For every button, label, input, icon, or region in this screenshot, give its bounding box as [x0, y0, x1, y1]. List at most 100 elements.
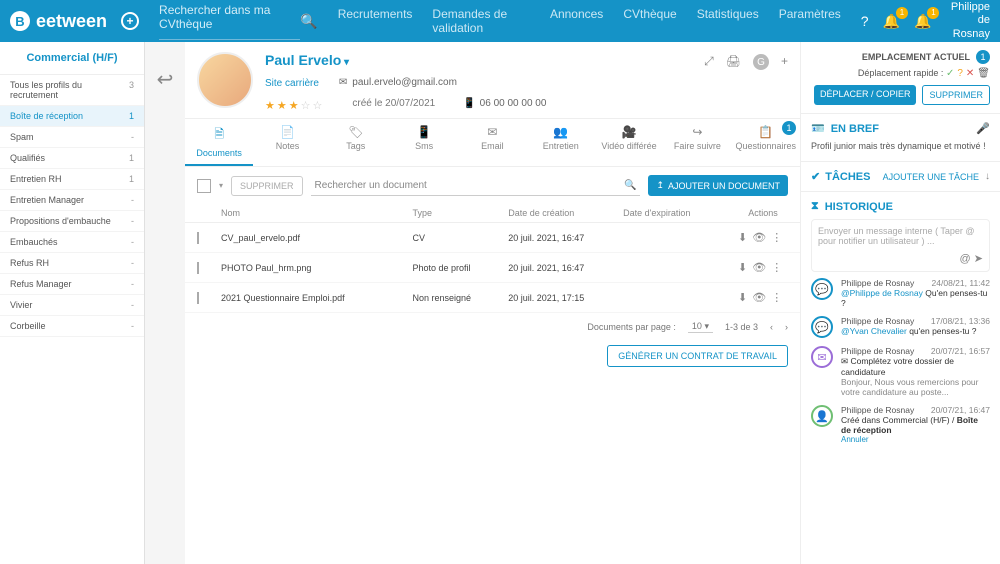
bell2-icon[interactable]: 🔔1	[914, 13, 931, 30]
timeline-icon: 💬	[811, 316, 833, 338]
sidebar-item[interactable]: Vivier-	[0, 295, 144, 316]
main-content: Paul Ervelo Site carrière ✉paul.ervelo@g…	[185, 42, 800, 564]
brief-text: Profil junior mais très dynamique et mot…	[801, 141, 1000, 161]
sidebar-item[interactable]: Corbeille-	[0, 316, 144, 337]
eye-icon[interactable]: 👁	[752, 261, 766, 274]
download-icon[interactable]: ⬇	[738, 261, 747, 274]
entretien-icon: 👥	[531, 125, 591, 139]
timeline-icon: 💬	[811, 278, 833, 300]
supprimer-button[interactable]: SUPPRIMER	[922, 85, 990, 105]
per-page-select[interactable]: 10 ▾	[688, 321, 713, 333]
tab-notes[interactable]: 📄Notes	[253, 119, 321, 166]
tab-tags[interactable]: 🏷Tags	[322, 119, 390, 166]
user-menu[interactable]: Philippe de Rosnay	[945, 1, 990, 41]
brand-text: eetween	[36, 11, 107, 32]
internal-message-input[interactable]: Envoyer un message interne ( Taper @ pou…	[811, 219, 990, 272]
plus-icon[interactable]: +	[121, 12, 139, 30]
eye-icon[interactable]: 👁	[752, 291, 766, 304]
logo[interactable]: Beetween +	[10, 11, 139, 32]
tab-entretien[interactable]: 👥Entretien	[527, 119, 595, 166]
move-copy-button[interactable]: DÉPLACER / COPIER	[814, 85, 917, 105]
email-icon: ✉	[462, 125, 522, 139]
created-date: créé le 20/07/2021	[352, 98, 435, 109]
search-doc-icon: 🔍	[624, 180, 636, 191]
download-icon[interactable]: ⬇	[738, 231, 747, 244]
print-icon[interactable]: 🖨	[726, 54, 741, 70]
nav-annonces[interactable]: Annonces	[550, 7, 603, 35]
row-checkbox[interactable]	[197, 232, 199, 244]
sidebar-item[interactable]: Tous les profils du recrutement3	[0, 75, 144, 106]
rating-stars[interactable]: ★★★☆☆	[265, 99, 324, 112]
eye-icon[interactable]: 👁	[752, 231, 766, 244]
help-icon[interactable]: ?	[861, 13, 869, 29]
table-row: 2021 Questionnaire Emploi.pdf Non rensei…	[185, 283, 800, 313]
timeline: 💬Philippe de Rosnay24/08/21, 11:42@Phili…	[801, 278, 1000, 462]
nav-recrutements[interactable]: Recrutements	[338, 7, 413, 35]
nav-parametres[interactable]: Paramètres	[779, 7, 841, 35]
select-dropdown-icon[interactable]: ▾	[219, 181, 223, 190]
tab-video[interactable]: 🎥Vidéo différée	[595, 119, 663, 166]
search-icon[interactable]: 🔍	[300, 13, 317, 30]
select-all-checkbox[interactable]	[197, 179, 211, 193]
trash-icon[interactable]: 🗑	[977, 68, 990, 79]
profile-tabs: 🗎Documents 📄Notes 🏷Tags 📱Sms ✉Email 👥Ent…	[185, 118, 800, 167]
profile-header: Paul Ervelo Site carrière ✉paul.ervelo@g…	[185, 42, 800, 118]
cancel-link[interactable]: Annuler	[841, 435, 990, 444]
prev-page-icon[interactable]: ‹	[770, 322, 773, 332]
sidebar-item[interactable]: Refus Manager-	[0, 274, 144, 295]
main-nav: Recrutements Demandes de validation Anno…	[338, 7, 841, 35]
sidebar-item[interactable]: Qualifiés1	[0, 148, 144, 169]
expand-icon[interactable]: ⤢	[704, 54, 714, 70]
row-checkbox[interactable]	[197, 262, 199, 274]
delete-button[interactable]: SUPPRIMER	[231, 176, 303, 196]
at-icon[interactable]: @	[960, 253, 971, 265]
g-icon[interactable]: G	[753, 54, 769, 70]
nav-demandes[interactable]: Demandes de validation	[432, 7, 530, 35]
check-icon[interactable]: ✓	[946, 68, 954, 79]
sidebar-item[interactable]: Spam-	[0, 127, 144, 148]
bell-icon[interactable]: 🔔1	[883, 13, 900, 30]
email[interactable]: paul.ervelo@gmail.com	[352, 77, 457, 88]
generate-contract-button[interactable]: GÉNÉRER UN CONTRAT DE TRAVAIL	[607, 345, 788, 367]
download-icon[interactable]: ⬇	[738, 291, 747, 304]
sidebar-title[interactable]: Commercial (H/F)	[0, 42, 144, 75]
sidebar-item[interactable]: Refus RH-	[0, 253, 144, 274]
sidebar-item[interactable]: Embauchés-	[0, 232, 144, 253]
tab-documents[interactable]: 🗎Documents	[185, 119, 253, 166]
sidebar-item[interactable]: Boîte de réception1	[0, 106, 144, 127]
more-icon[interactable]: ⋮	[771, 261, 782, 274]
history-section: ⧗ HISTORIQUE	[801, 191, 1000, 219]
sidebar: Commercial (H/F) Tous les profils du rec…	[0, 42, 145, 564]
nav-statistiques[interactable]: Statistiques	[697, 7, 759, 35]
sidebar-item[interactable]: Propositions d'embauche-	[0, 211, 144, 232]
task-dropdown-icon[interactable]: ↓	[985, 171, 990, 182]
tab-sms[interactable]: 📱Sms	[390, 119, 458, 166]
sidebar-item[interactable]: Entretien Manager-	[0, 190, 144, 211]
table-row: CV_paul_ervelo.pdf CV 20 juil. 2021, 16:…	[185, 223, 800, 253]
send-icon[interactable]: ➤	[974, 253, 983, 265]
sidebar-item[interactable]: Entretien RH1	[0, 169, 144, 190]
nav-cvtheque[interactable]: CVthèque	[623, 7, 676, 35]
x-icon[interactable]: ✕	[966, 68, 974, 79]
add-document-button[interactable]: ↥AJOUTER UN DOCUMENT	[648, 175, 788, 196]
tab-faire-suivre[interactable]: ↪Faire suivre	[663, 119, 731, 166]
add-task-link[interactable]: AJOUTER UNE TÂCHE	[883, 172, 979, 182]
site-link[interactable]: Site carrière	[265, 78, 319, 89]
header-search[interactable]: Rechercher dans ma CVthèque	[159, 3, 300, 40]
tab-email[interactable]: ✉Email	[458, 119, 526, 166]
header-icons: ? 🔔1 🔔1 Philippe de Rosnay	[861, 1, 990, 41]
id-icon: 🪪	[811, 122, 825, 135]
location-count: 1	[976, 50, 990, 64]
mail-icon: ✉	[339, 77, 347, 88]
next-page-icon[interactable]: ›	[785, 322, 788, 332]
row-checkbox[interactable]	[197, 292, 199, 304]
quick-move-label: Déplacement rapide :	[858, 68, 944, 78]
search-document-input[interactable]: Rechercher un document 🔍	[311, 176, 641, 196]
avatar[interactable]	[197, 52, 253, 108]
mic-icon[interactable]: 🎤	[976, 122, 990, 135]
plus-profile-icon[interactable]: +	[781, 54, 788, 70]
more-icon[interactable]: ⋮	[771, 291, 782, 304]
question-icon[interactable]: ?	[957, 68, 963, 79]
back-arrow-icon[interactable]: ↩	[157, 67, 174, 92]
more-icon[interactable]: ⋮	[771, 231, 782, 244]
